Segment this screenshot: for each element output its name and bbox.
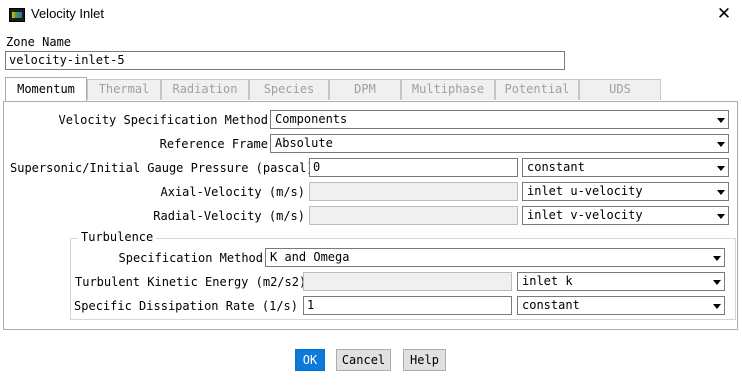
sdr-profile-value: constant	[522, 298, 580, 312]
tab-uds[interactable]: UDS	[579, 79, 661, 100]
chevron-down-icon	[710, 298, 723, 313]
radial-velocity-input[interactable]	[309, 206, 518, 225]
axial-velocity-profile-value: inlet u-velocity	[527, 184, 643, 198]
tab-species[interactable]: Species	[249, 79, 329, 100]
close-icon[interactable]: ✕	[711, 4, 737, 26]
reference-frame-select[interactable]: Absolute	[270, 134, 729, 153]
tab-radiation[interactable]: Radiation	[161, 79, 249, 100]
tab-dpm[interactable]: DPM	[329, 79, 401, 100]
sdr-input[interactable]: 1	[303, 296, 512, 315]
fluent-app-icon	[9, 8, 25, 22]
chevron-down-icon	[714, 112, 727, 127]
gauge-pressure-label: Supersonic/Initial Gauge Pressure (pasca…	[10, 161, 314, 175]
sdr-label: Specific Dissipation Rate (1/s)	[74, 299, 298, 313]
chevron-down-icon	[714, 160, 727, 175]
axial-velocity-profile-select[interactable]: inlet u-velocity	[522, 182, 729, 201]
tke-profile-select[interactable]: inlet k	[517, 272, 725, 291]
velocity-method-label: Velocity Specification Method	[58, 113, 268, 127]
velocity-method-value: Components	[275, 112, 348, 126]
window-title: Velocity Inlet	[31, 6, 104, 21]
radial-velocity-profile-select[interactable]: inlet v-velocity	[522, 206, 729, 225]
tab-thermal[interactable]: Thermal	[87, 79, 161, 100]
reference-frame-label: Reference Frame	[159, 137, 268, 151]
chevron-down-icon	[710, 250, 723, 265]
gauge-pressure-profile-select[interactable]: constant	[522, 158, 729, 177]
turbulence-group-title: Turbulence	[78, 230, 157, 244]
turbulence-spec-method-label: Specification Method	[118, 251, 264, 265]
reference-frame-value: Absolute	[275, 136, 333, 150]
title-bar: Velocity Inlet ✕	[0, 0, 742, 31]
axial-velocity-label: Axial-Velocity (m/s)	[160, 185, 306, 199]
gauge-pressure-profile-value: constant	[527, 160, 585, 174]
radial-velocity-profile-value: inlet v-velocity	[527, 208, 643, 222]
velocity-method-select[interactable]: Components	[270, 110, 729, 129]
chevron-down-icon	[714, 208, 727, 223]
turbulence-spec-method-value: K and Omega	[270, 250, 350, 264]
chevron-down-icon	[714, 136, 727, 151]
cancel-button[interactable]: Cancel	[336, 349, 391, 371]
tab-potential[interactable]: Potential	[495, 79, 579, 100]
axial-velocity-input[interactable]	[309, 182, 518, 201]
gauge-pressure-input[interactable]: 0	[309, 158, 518, 177]
zone-name-label: Zone Name	[6, 35, 72, 49]
sdr-profile-select[interactable]: constant	[517, 296, 725, 315]
turbulence-spec-method-select[interactable]: K and Omega	[265, 248, 725, 267]
zone-name-input[interactable]: velocity-inlet-5	[5, 51, 565, 70]
radial-velocity-label: Radial-Velocity (m/s)	[153, 209, 305, 223]
tke-profile-value: inlet k	[522, 274, 573, 288]
chevron-down-icon	[710, 274, 723, 289]
tab-bar: Momentum Thermal Radiation Species DPM M…	[5, 77, 661, 101]
tke-input[interactable]	[303, 272, 512, 291]
help-button[interactable]: Help	[403, 349, 446, 371]
tke-label: Turbulent Kinetic Energy (m2/s2)	[75, 275, 307, 289]
ok-button[interactable]: OK	[295, 349, 325, 371]
tab-multiphase[interactable]: Multiphase	[401, 79, 495, 100]
chevron-down-icon	[714, 184, 727, 199]
tab-momentum[interactable]: Momentum	[5, 77, 87, 101]
